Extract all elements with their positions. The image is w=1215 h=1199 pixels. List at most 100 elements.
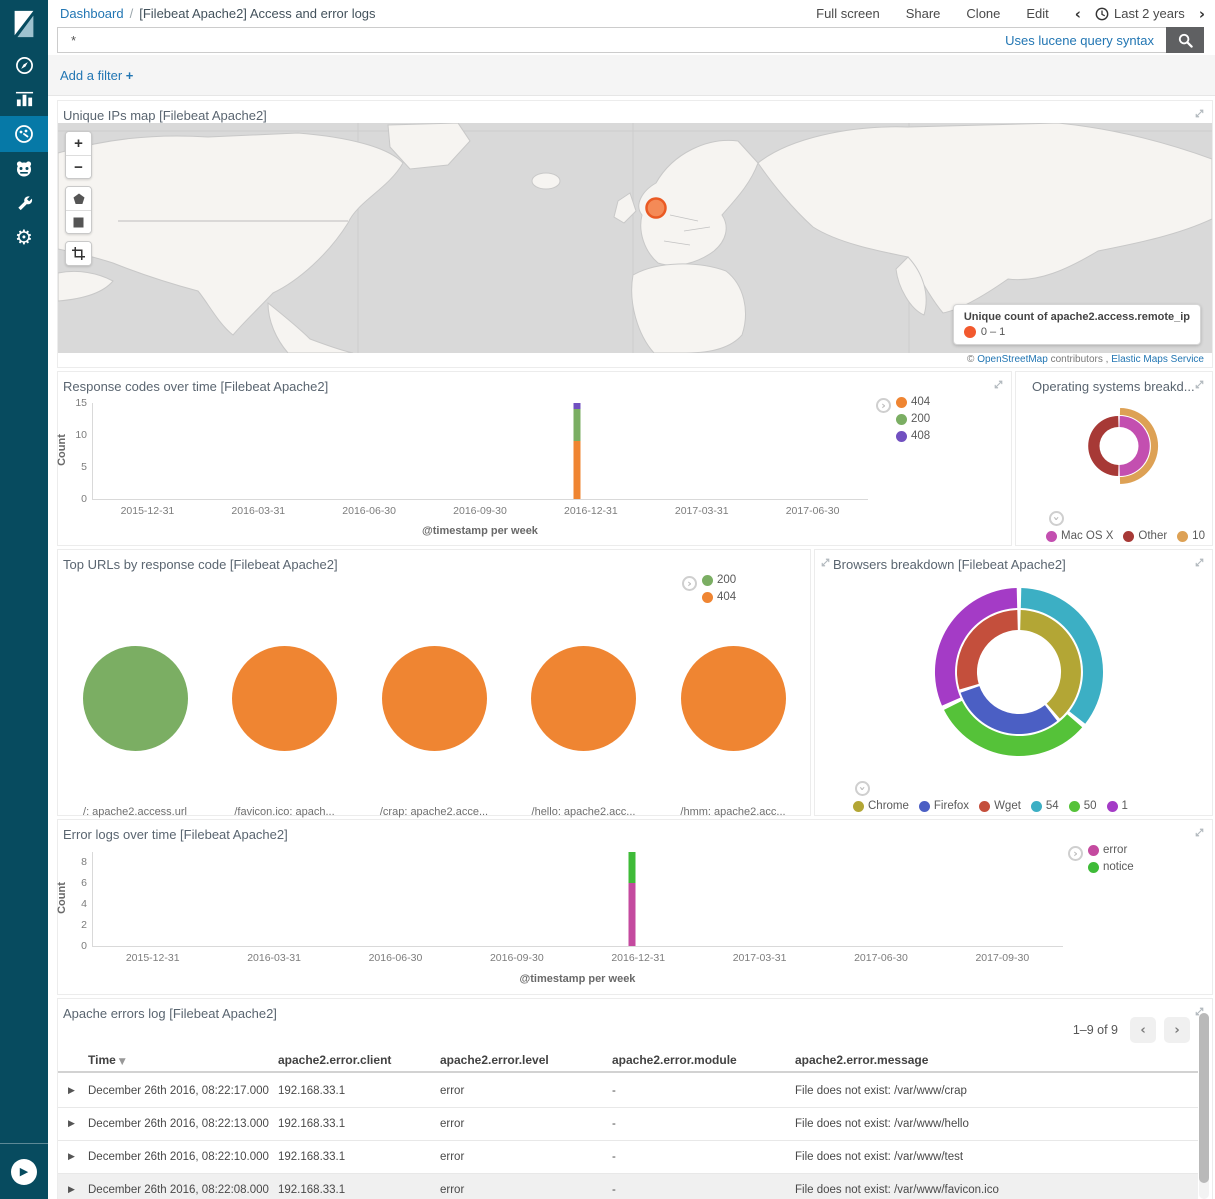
world-map[interactable]: + − Unique count of apache2.access.remot… [58, 123, 1212, 353]
legend-item-50[interactable]: 50 [1069, 800, 1097, 812]
legend-collapse-icon[interactable]: › [1049, 511, 1064, 526]
table-row[interactable]: ▶December 26th 2016, 08:22:13.000192.168… [58, 1108, 1198, 1141]
time-picker[interactable]: Last 2 years [1095, 6, 1185, 21]
expand-panel-icon[interactable] [819, 556, 832, 569]
expand-panel-icon[interactable] [1193, 378, 1206, 391]
map-legend: Unique count of apache2.access.remote_ip… [953, 304, 1201, 345]
map-ip-marker[interactable] [647, 199, 666, 218]
add-filter-button[interactable]: Add a filter + [60, 68, 133, 83]
donut-slice-Other[interactable] [1088, 416, 1118, 476]
legend-item-Chrome[interactable]: Chrome [853, 800, 909, 812]
sidebar-item-management[interactable]: ⚙ [0, 220, 48, 254]
clone-button[interactable]: Clone [966, 6, 1000, 21]
sidebar-item-dev-tools[interactable] [0, 186, 48, 220]
share-button[interactable]: Share [906, 6, 941, 21]
legend-item-1[interactable]: 1 [1107, 800, 1128, 812]
kibana-logo[interactable] [0, 0, 48, 48]
legend-swatch [1088, 862, 1099, 873]
openstreetmap-link[interactable]: OpenStreetMap [977, 354, 1048, 365]
browsers-donut-chart[interactable] [815, 570, 1214, 780]
legend-item-Other[interactable]: Other [1123, 530, 1167, 542]
edit-button[interactable]: Edit [1026, 6, 1048, 21]
pie-slice-404[interactable] [531, 646, 636, 751]
column-module[interactable]: apache2.error.module [612, 1053, 795, 1067]
visualize-bar-chart-icon [15, 90, 34, 109]
legend-label: error [1103, 844, 1127, 856]
legend: 404 200 408 [896, 396, 930, 442]
query-input[interactable]: * Uses lucene query syntax [57, 27, 1166, 53]
pie-slice-404[interactable] [382, 646, 487, 751]
legend-item-54[interactable]: 54 [1031, 800, 1059, 812]
legend-item-Mac OS X[interactable]: Mac OS X [1046, 530, 1113, 542]
next-page-button[interactable]: › [1164, 1017, 1190, 1043]
table-scrollbar[interactable] [1199, 1013, 1209, 1199]
legend-swatch [853, 801, 864, 812]
legend-item-Wget[interactable]: Wget [979, 800, 1021, 812]
expand-row-icon[interactable]: ▶ [58, 1152, 88, 1162]
error-logs-chart[interactable]: 86420 [92, 852, 1063, 947]
expand-row-icon[interactable]: ▶ [58, 1086, 88, 1096]
bar-segment-notice[interactable] [628, 852, 635, 883]
legend-item-200[interactable]: 200 [896, 413, 930, 425]
os-donut-chart[interactable] [1016, 400, 1214, 492]
pie-slice-404[interactable] [232, 646, 337, 751]
column-client[interactable]: apache2.error.client [278, 1053, 440, 1067]
sidebar-item-visualize[interactable] [0, 82, 48, 116]
column-message[interactable]: apache2.error.message [795, 1053, 1198, 1067]
panel-unique-ips-map: Unique IPs map [Filebeat Apache2] [57, 100, 1213, 368]
sidebar-item-dashboard[interactable] [0, 116, 48, 152]
cell-message: File does not exist: /var/www/test [795, 1151, 1198, 1163]
expand-panel-icon[interactable] [992, 378, 1005, 391]
legend-item-408[interactable]: 408 [896, 430, 930, 442]
legend-item-notice[interactable]: notice [1088, 861, 1134, 873]
time-forward-button[interactable]: › [1199, 5, 1205, 23]
legend-collapse-icon[interactable]: › [876, 398, 891, 413]
zoom-out-button[interactable]: − [66, 155, 91, 178]
bar-segment-404[interactable] [574, 441, 581, 499]
legend-collapse-icon[interactable]: › [855, 781, 870, 796]
lucene-syntax-link[interactable]: Uses lucene query syntax [1005, 33, 1166, 48]
breadcrumb-dashboard-link[interactable]: Dashboard [60, 6, 124, 21]
full-screen-button[interactable]: Full screen [816, 6, 880, 21]
elastic-maps-link[interactable]: Elastic Maps Service [1111, 354, 1204, 365]
column-time[interactable]: Time▼ [88, 1053, 278, 1067]
crop-button[interactable] [66, 242, 91, 265]
table-row[interactable]: ▶December 26th 2016, 08:22:10.000192.168… [58, 1141, 1198, 1174]
sidebar-item-discover[interactable] [0, 48, 48, 82]
time-back-button[interactable]: ‹ [1075, 5, 1081, 23]
sidebar-collapse-button[interactable]: ▶ [0, 1143, 48, 1199]
stacked-bar-2016-12-31[interactable] [574, 403, 581, 499]
panel-operating-systems: Operating systems breakd... › Mac OS XOt… [1015, 371, 1213, 546]
expand-row-icon[interactable]: ▶ [58, 1119, 88, 1129]
bar-segment-200[interactable] [574, 409, 581, 441]
column-level[interactable]: apache2.error.level [440, 1053, 612, 1067]
legend-item-error[interactable]: error [1088, 844, 1134, 856]
pie-slice-404[interactable] [681, 646, 786, 751]
expand-panel-icon[interactable] [1193, 556, 1206, 569]
legend-item-404[interactable]: 404 [896, 396, 930, 408]
stacked-bar-2016-12-31[interactable] [628, 852, 635, 946]
expand-panel-icon[interactable] [1193, 107, 1206, 120]
response-codes-chart[interactable]: 151050 [92, 403, 868, 500]
table-row[interactable]: ▶December 26th 2016, 08:22:17.000192.168… [58, 1075, 1198, 1108]
legend-item-200[interactable]: 200 [702, 574, 736, 586]
pie-slice-200[interactable] [83, 646, 188, 751]
zoom-in-button[interactable]: + [66, 132, 91, 155]
y-tick: 2 [81, 919, 87, 931]
expand-row-icon[interactable]: ▶ [58, 1185, 88, 1195]
query-value[interactable]: * [58, 33, 1005, 48]
search-icon [1178, 33, 1193, 48]
draw-polygon-button[interactable] [66, 187, 91, 210]
scrollbar-thumb[interactable] [1199, 1013, 1209, 1183]
draw-rectangle-button[interactable] [66, 210, 91, 233]
bar-segment-error[interactable] [628, 883, 635, 946]
legend-item-10[interactable]: 10 [1177, 530, 1205, 542]
table-row[interactable]: ▶December 26th 2016, 08:22:08.000192.168… [58, 1174, 1198, 1199]
legend-item-Firefox[interactable]: Firefox [919, 800, 969, 812]
panel-top-urls: Top URLs by response code [Filebeat Apac… [57, 549, 811, 816]
expand-panel-icon[interactable] [1193, 826, 1206, 839]
legend-collapse-icon[interactable]: › [1068, 846, 1083, 861]
prev-page-button[interactable]: ‹ [1130, 1017, 1156, 1043]
search-button[interactable] [1166, 27, 1204, 53]
sidebar-item-timelion[interactable] [0, 152, 48, 186]
